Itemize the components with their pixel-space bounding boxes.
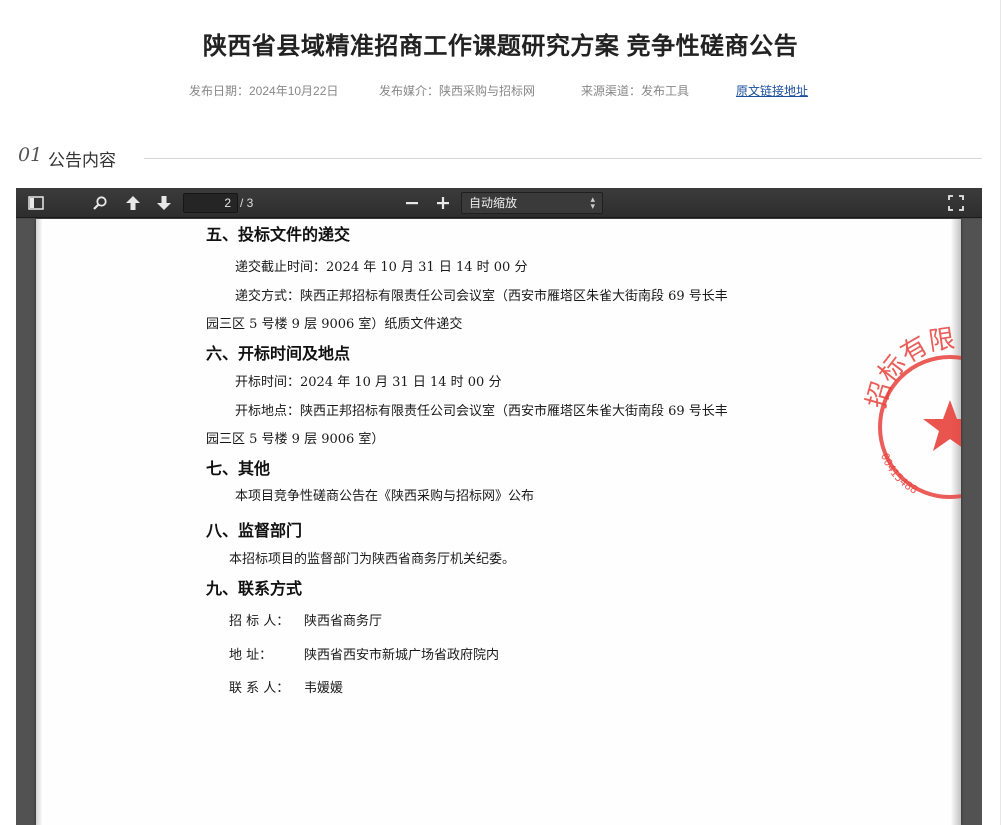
heading-bid-opening: 六、开标时间及地点 <box>206 344 351 363</box>
contact-tenderer-label: 招 标 人： <box>229 614 290 629</box>
bid-opening-location: 开标地点：陕西正邦招标有限责任公司会议室（西安市雁塔区朱雀大街南段 69 号长丰 <box>235 404 728 419</box>
section-number: 01 <box>18 144 43 166</box>
document-area[interactable]: 五、投标文件的递交 递交截止时间：2024 年 10 月 31 日 14 时 0… <box>16 219 982 825</box>
section-divider <box>144 158 982 159</box>
arrow-up-icon[interactable] <box>121 192 145 214</box>
publish-media: 发布媒介：陕西采购与招标网 <box>379 84 536 98</box>
svg-text:00415488: 00415488 <box>878 451 920 496</box>
contact-person-value: 韦媛媛 <box>304 681 344 696</box>
sidebar-toggle-icon[interactable] <box>24 192 48 214</box>
heading-contact: 九、联系方式 <box>206 579 303 598</box>
meta-bar: 发布日期：2024年10月22日 发布媒介：陕西采购与招标网 来源渠道：发布工具… <box>0 82 1001 100</box>
chevron-updown-icon: ▴ ▾ <box>590 194 595 211</box>
document-page: 五、投标文件的递交 递交截止时间：2024 年 10 月 31 日 14 时 0… <box>36 219 961 825</box>
scan-edge-left <box>36 219 42 825</box>
arrow-down-icon[interactable] <box>152 192 176 214</box>
bid-opening-location-cont: 园三区 5 号楼 9 层 9006 室） <box>206 432 385 447</box>
page-number-input[interactable]: 2 <box>183 193 238 213</box>
scan-edge-right <box>951 219 961 825</box>
heading-supervision: 八、监督部门 <box>206 521 303 540</box>
heading-submission: 五、投标文件的递交 <box>206 225 351 244</box>
contact-address-value: 陕西省西安市新城广场省政府院内 <box>304 648 500 663</box>
pdf-toolbar: 2 / 3 自动缩放 ▴ ▾ <box>16 188 982 218</box>
other-note: 本项目竞争性磋商公告在《陕西采购与招标网》公布 <box>235 489 535 504</box>
pdf-viewer: 2 / 3 自动缩放 ▴ ▾ 五、投标文件的递交 递交截止时间：2024 年 10… <box>16 188 982 825</box>
contact-address-label: 地 址： <box>229 648 273 663</box>
plus-icon[interactable] <box>431 192 455 214</box>
contact-tenderer-value: 陕西省商务厅 <box>304 614 383 629</box>
original-link[interactable]: 原文链接地址 <box>736 82 808 99</box>
svg-text:招标有限: 招标有限 <box>863 324 957 412</box>
submission-deadline: 递交截止时间：2024 年 10 月 31 日 14 时 00 分 <box>235 260 528 275</box>
contact-person-label: 联 系 人： <box>229 681 290 696</box>
bid-opening-time: 开标时间：2024 年 10 月 31 日 14 时 00 分 <box>235 375 502 390</box>
minus-icon[interactable] <box>400 192 424 214</box>
zoom-select[interactable]: 自动缩放 ▴ ▾ <box>461 192 603 214</box>
submission-method: 递交方式：陕西正邦招标有限责任公司会议室（西安市雁塔区朱雀大街南段 69 号长丰 <box>235 289 728 304</box>
source-channel: 来源渠道：发布工具 <box>581 84 690 98</box>
zoom-value: 自动缩放 <box>469 196 518 210</box>
search-icon[interactable] <box>88 192 112 214</box>
submission-method-cont: 园三区 5 号楼 9 层 9006 室）纸质文件递交 <box>206 317 463 332</box>
publish-date: 发布日期：2024年10月22日 <box>189 84 339 98</box>
page-title: 陕西省县域精准招商工作课题研究方案 竞争性磋商公告 <box>202 33 799 60</box>
supervision-note: 本招标项目的监督部门为陕西省商务厅机关纪委。 <box>229 552 516 567</box>
fullscreen-icon[interactable] <box>944 192 968 214</box>
official-seal-stamp: 招标有限 00415488 <box>863 324 961 499</box>
section-label: 公告内容 <box>48 151 116 170</box>
page-total: / 3 <box>240 196 254 210</box>
heading-other: 七、其他 <box>206 459 271 478</box>
